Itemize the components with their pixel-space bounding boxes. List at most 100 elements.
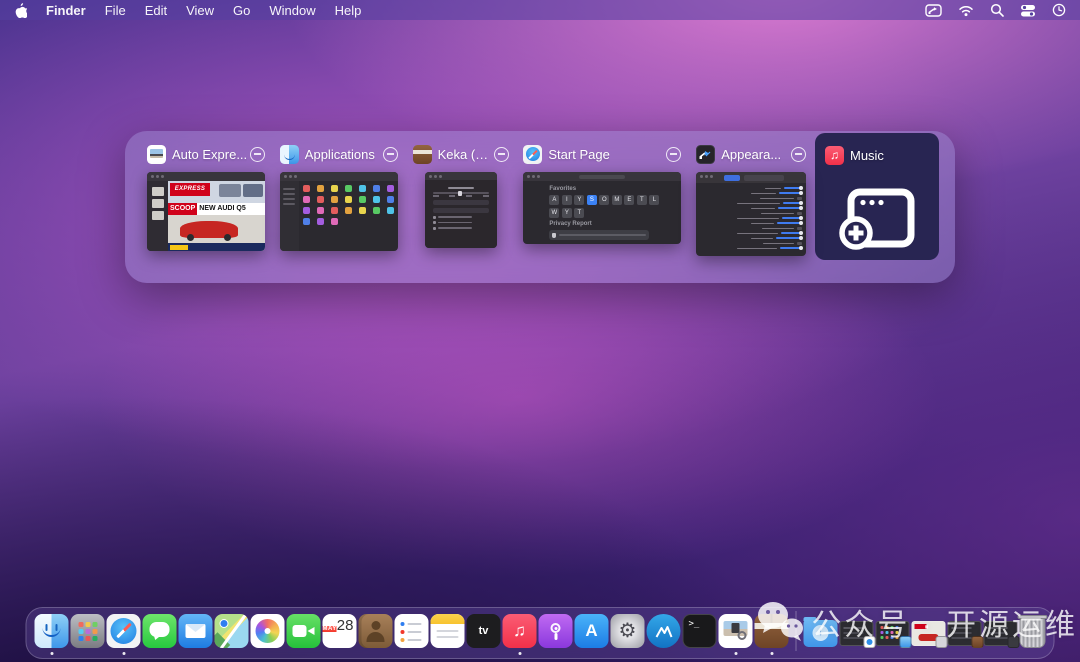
wifi-icon[interactable] (958, 2, 974, 18)
favorite-tile: S (587, 195, 597, 205)
mini-app-icon (331, 218, 338, 225)
privacy-report-banner (549, 230, 649, 240)
dock-safari-icon[interactable] (107, 614, 141, 648)
favorite-tile: T (574, 208, 584, 218)
mini-app-icon (317, 185, 324, 192)
switcher-item-applications[interactable]: Applications (274, 132, 404, 282)
appearance-window-thumbnail[interactable] (696, 172, 806, 256)
switcher-item-music-selected[interactable]: ♫ Music (815, 133, 939, 260)
calendar-day: 28 (337, 617, 354, 634)
dock-mail-icon[interactable] (179, 614, 213, 648)
minimize-window-icon[interactable] (250, 147, 265, 162)
mini-app-icon (345, 185, 352, 192)
dock-system-preferences-icon[interactable]: ⚙ (611, 614, 645, 648)
menu-help[interactable]: Help (335, 3, 362, 18)
appearance-settings-rows (700, 187, 802, 254)
finder-app-icon (280, 145, 299, 164)
minimize-window-icon[interactable] (666, 147, 681, 162)
dock-terminal-icon[interactable]: >_ (683, 614, 717, 648)
magazine-headline-scoop: SCOOP (168, 203, 197, 215)
dock-reminders-icon[interactable] (395, 614, 429, 648)
dock-trash-icon[interactable] (1020, 615, 1046, 648)
dock-podcasts-icon[interactable] (539, 614, 573, 648)
minimize-window-icon[interactable] (383, 147, 398, 162)
mini-app-icon (331, 185, 338, 192)
menu-app-name[interactable]: Finder (46, 3, 86, 18)
menu-edit[interactable]: Edit (145, 3, 167, 18)
mini-app-icon (331, 196, 338, 203)
mini-app-icon (387, 185, 394, 192)
window-title: Start Page (548, 147, 609, 162)
mini-app-icon (345, 196, 352, 203)
window-title: Applications (305, 147, 375, 162)
mini-app-icon (345, 207, 352, 214)
mini-app-icon (317, 207, 324, 214)
dock-notes-icon[interactable] (431, 614, 465, 648)
dock-tv-icon[interactable]: tv (467, 614, 501, 648)
minimized-applications-window[interactable] (876, 616, 910, 646)
dock-separator (796, 611, 797, 651)
switcher-item-keka[interactable]: Keka (ZIP) (407, 132, 515, 282)
mini-app-icon (303, 185, 310, 192)
favorite-tile: Y (574, 195, 584, 205)
dock-preview-icon[interactable] (719, 614, 753, 648)
mini-app-icon (317, 218, 324, 225)
dock-mountain-app-icon[interactable] (647, 614, 681, 648)
safari-window-thumbnail[interactable]: Favorites A I Y S O M E T L W Y (523, 172, 681, 244)
menu-go[interactable]: Go (233, 3, 250, 18)
mini-app-icon (303, 218, 310, 225)
spotlight-search-icon[interactable] (990, 2, 1004, 18)
new-window-plus-icon (839, 187, 915, 251)
switcher-item-appearance[interactable]: Appeara... (690, 132, 812, 282)
dock-calendar-icon[interactable]: MAY28 (323, 614, 357, 648)
favorite-tile: Y (562, 208, 572, 218)
control-center-icon[interactable] (1020, 2, 1036, 18)
switcher-item-preview[interactable]: Auto Expre... EXPRESS SCOOP NEW AUDI Q5 (141, 132, 271, 282)
dock-downloads-folder[interactable]: ↓ (804, 616, 838, 647)
alttab-menubar-icon[interactable] (925, 2, 942, 18)
favorite-tile: W (549, 208, 559, 218)
mini-app-icon (359, 185, 366, 192)
settings-row (700, 237, 802, 240)
alttab-app-icon (696, 145, 715, 164)
menu-file[interactable]: File (105, 3, 126, 18)
minimized-keka-window[interactable] (948, 616, 982, 646)
dock-photos-icon[interactable] (251, 614, 285, 648)
menu-window[interactable]: Window (269, 3, 315, 18)
mini-app-icon (303, 196, 310, 203)
dock-maps-icon[interactable] (215, 614, 249, 648)
minimized-safari-window[interactable] (840, 616, 874, 646)
applications-window-thumbnail[interactable] (280, 172, 398, 251)
switcher-item-startpage[interactable]: Start Page Favorites A I Y S O M E T (517, 132, 687, 282)
minimize-window-icon[interactable] (791, 147, 806, 162)
clock-icon[interactable] (1052, 2, 1066, 18)
magazine-headline: NEW AUDI Q5 (197, 203, 265, 215)
settings-row (700, 222, 802, 225)
minimize-window-icon[interactable] (494, 147, 509, 162)
dock-contacts-icon[interactable] (359, 614, 393, 648)
preview-window-thumbnail[interactable]: EXPRESS SCOOP NEW AUDI Q5 (147, 172, 265, 251)
dock-messages-icon[interactable] (143, 614, 177, 648)
menu-view[interactable]: View (186, 3, 214, 18)
keka-settings (425, 180, 497, 248)
favorite-tile: A (549, 195, 559, 205)
dock-finder-icon[interactable] (35, 614, 69, 648)
favorite-tile: O (599, 195, 609, 205)
safari-start-page: Favorites A I Y S O M E T L W Y (549, 186, 675, 244)
mini-app-icon (373, 185, 380, 192)
dock-keka-icon[interactable] (755, 614, 789, 648)
dock-appstore-icon[interactable]: A (575, 614, 609, 648)
keka-app-icon (413, 145, 432, 164)
mini-app-icon (317, 196, 324, 203)
apple-menu-icon[interactable] (14, 3, 27, 18)
dock-music-icon[interactable]: ♫ (503, 614, 537, 648)
keka-window-thumbnail[interactable] (425, 172, 497, 248)
dock-launchpad-icon[interactable] (71, 614, 105, 648)
music-app-icon: ♫ (825, 146, 844, 165)
dock-facetime-icon[interactable] (287, 614, 321, 648)
desktop-wallpaper[interactable]: Finder File Edit View Go Window Help (0, 0, 1080, 662)
favorite-tile: M (612, 195, 622, 205)
minimized-magazine-window[interactable] (912, 616, 946, 646)
minimized-appearance-window[interactable] (984, 616, 1018, 646)
safari-app-icon (523, 145, 542, 164)
